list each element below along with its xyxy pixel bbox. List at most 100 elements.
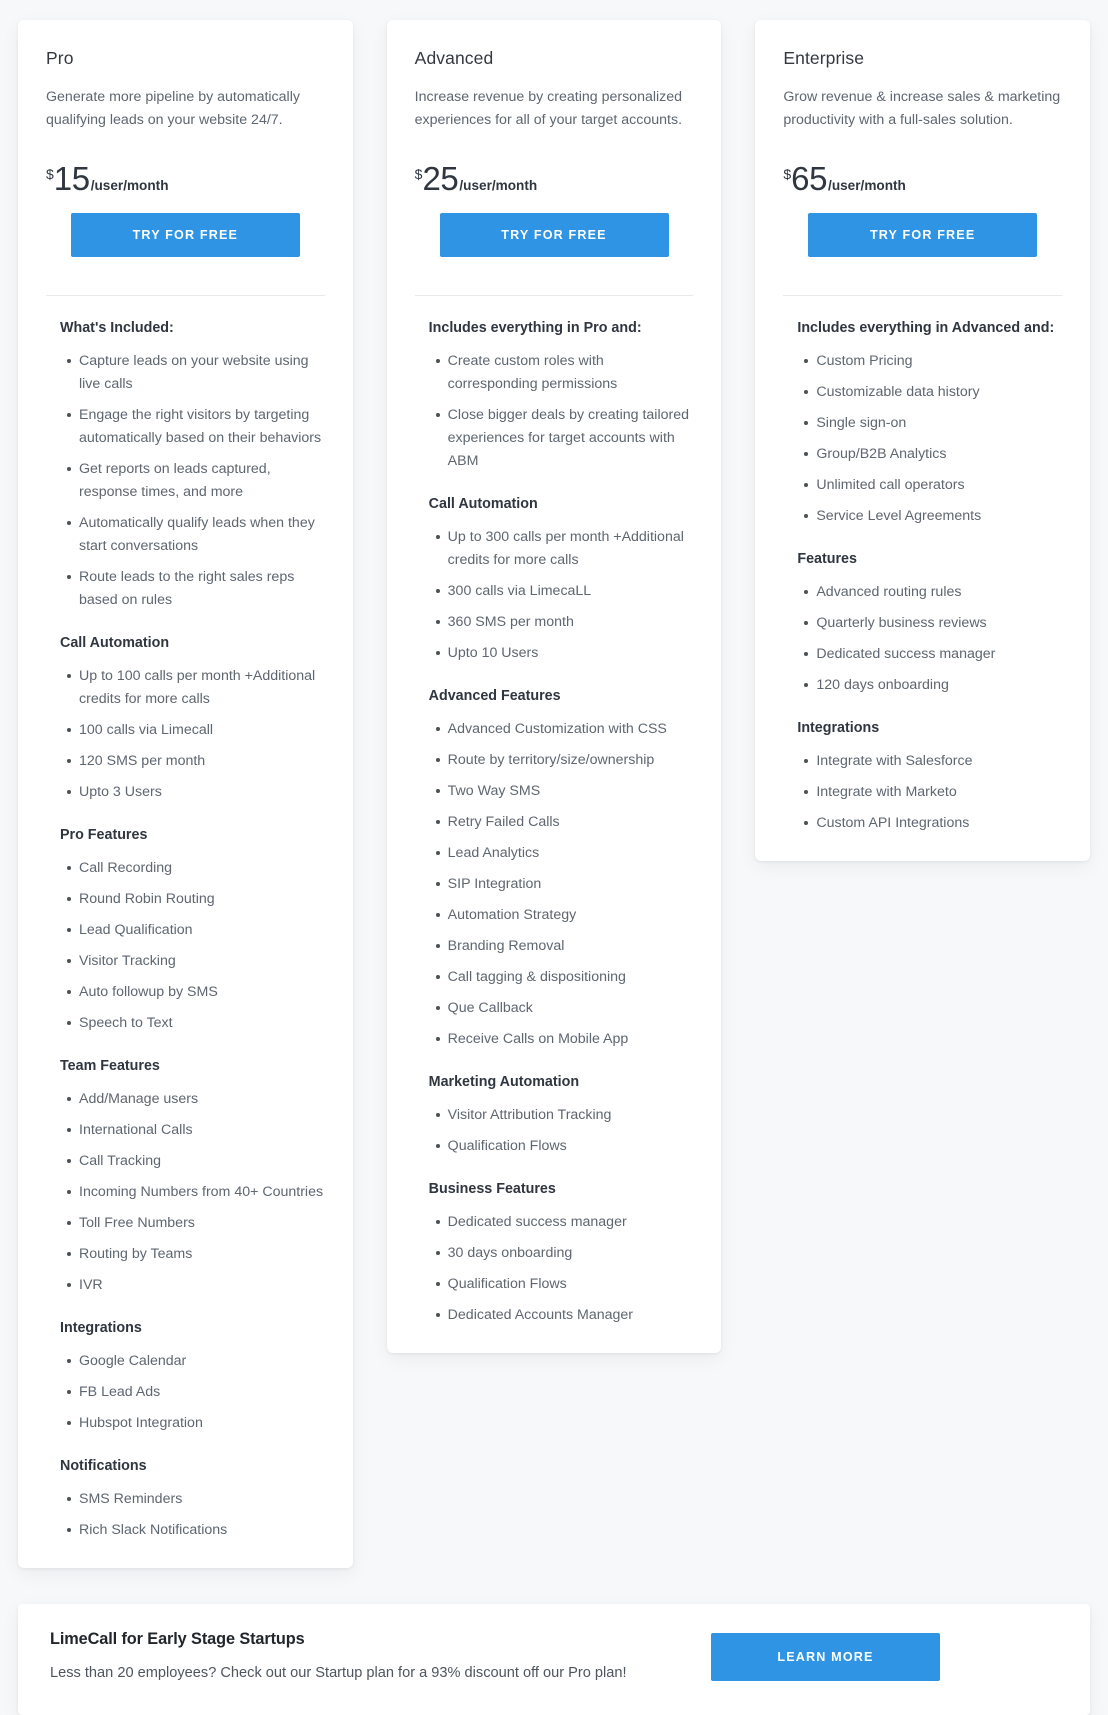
feature-group-heading: Team Features (60, 1057, 160, 1074)
feature-group-heading: What's Included: (60, 319, 174, 336)
feature-list-item: Hubspot Integration (46, 1412, 325, 1435)
feature-list: Add/Manage users International Calls Call … (46, 1088, 325, 1297)
feature-list-item: Integrate with Marketo (783, 781, 1062, 804)
feature-list: Advanced Customization with CSS Route by … (415, 718, 694, 1051)
plan-name: Advanced (414, 48, 494, 68)
startup-banner-subtitle: Less than 20 employees? Check out our St… (50, 1664, 627, 1681)
feature-list-item: 120 days onboarding (783, 674, 1062, 697)
feature-list: Up to 300 calls per month +Additional cr… (415, 526, 694, 665)
try-for-free-button[interactable]: TRY FOR FREE (808, 212, 1038, 257)
feature-list-item: Route leads to the right sales reps base… (46, 566, 325, 612)
pricing-card: Enterprise Grow revenue & increase sales … (755, 20, 1091, 861)
feature-list: Call Recording Round Robin Routing Lead Qu… (46, 857, 325, 1035)
feature-list-item: Single sign-on (783, 412, 1062, 435)
feature-list-item: Speech to Text (46, 1012, 325, 1035)
plan-price: $65/user/month (783, 162, 1062, 195)
feature-list-item: Upto 10 Users (415, 642, 694, 665)
feature-list-item: Customizable data history (783, 381, 1062, 404)
feature-list-item: Qualification Flows (415, 1135, 694, 1158)
feature-list-item: Two Way SMS (415, 780, 694, 803)
feature-list-item: Quarterly business reviews (783, 612, 1062, 635)
feature-list-item: SIP Integration (415, 873, 694, 896)
feature-list-item: Call Recording (46, 857, 325, 880)
feature-list-item: Integrate with Salesforce (783, 750, 1062, 773)
feature-list-item: Custom API Integrations (783, 812, 1062, 835)
feature-group-heading: Marketing Automation (428, 1073, 580, 1090)
feature-list-item: Dedicated success manager (783, 643, 1062, 666)
try-for-free-button[interactable]: TRY FOR FREE (439, 212, 669, 257)
feature-list-item: Dedicated success manager (415, 1211, 694, 1234)
price-currency-symbol: $ (783, 165, 792, 182)
feature-list-item: 360 SMS per month (415, 611, 694, 634)
card-divider (414, 294, 694, 296)
feature-list: Dedicated success manager 30 days onboard… (415, 1211, 694, 1327)
feature-group-heading: Includes everything in Advanced and: (797, 319, 1055, 336)
feature-list-item: Automation Strategy (415, 904, 694, 927)
feature-list-item: Call Tracking (46, 1150, 325, 1173)
feature-list: Visitor Attribution Tracking Qualificatio… (415, 1104, 694, 1158)
feature-list: Up to 100 calls per month +Additional cr… (46, 665, 325, 804)
try-for-free-button[interactable]: TRY FOR FREE (70, 212, 300, 257)
plan-name: Pro (46, 48, 74, 68)
feature-list-item: Add/Manage users (46, 1088, 325, 1111)
feature-list-item: Rich Slack Notifications (46, 1519, 325, 1542)
learn-more-button[interactable]: LEARN MORE (711, 1633, 940, 1682)
feature-list: Capture leads on your website using live… (46, 350, 325, 612)
feature-list-item: Up to 300 calls per month +Additional cr… (415, 526, 694, 572)
feature-list-item: 300 calls via LimecaLL (415, 580, 694, 603)
feature-group: Includes everything in Pro and: Create cu… (415, 318, 694, 473)
feature-list: Integrate with Salesforce Integrate with … (783, 750, 1062, 835)
feature-group: Integrations Google Calendar FB Lead Ads Hu… (46, 1318, 325, 1435)
price-amount: 65 (791, 159, 828, 197)
feature-group-heading: Call Automation (60, 634, 170, 651)
price-currency-symbol: $ (46, 165, 54, 182)
feature-list: Advanced routing rules Quarterly business… (783, 581, 1062, 697)
feature-group: Call Automation Up to 300 calls per month… (415, 494, 694, 665)
feature-list-item: Visitor Attribution Tracking (415, 1104, 694, 1127)
feature-group: Pro Features Call Recording Round Robin Ro… (46, 825, 325, 1035)
feature-group-heading: Business Features (428, 1180, 556, 1197)
feature-list-item: Engage the right visitors by targeting a… (46, 404, 325, 450)
card-divider (46, 294, 325, 296)
feature-list: SMS Reminders Rich Slack Notifications (46, 1488, 325, 1542)
feature-list-item: Lead Qualification (46, 919, 325, 942)
feature-list-item: Create custom roles with corresponding p… (415, 350, 694, 396)
feature-list-item: Service Level Agreements (783, 505, 1062, 528)
feature-list-item: Receive Calls on Mobile App (415, 1028, 694, 1051)
feature-list-item: Dedicated Accounts Manager (415, 1304, 694, 1327)
plan-description: Grow revenue & increase sales & marketin… (783, 88, 1061, 128)
pricing-page: Pro Generate more pipeline by automatical… (0, 0, 1108, 1715)
plan-price: $25/user/month (415, 162, 694, 195)
card-divider (783, 294, 1063, 296)
feature-group-heading: Includes everything in Pro and: (428, 319, 642, 336)
price-period: /user/month (828, 177, 906, 193)
feature-group: What's Included: Capture leads on your we… (46, 318, 325, 612)
feature-group-heading: Integrations (797, 719, 880, 736)
feature-group-heading: Notifications (60, 1457, 147, 1474)
feature-list-item: 120 SMS per month (46, 750, 325, 773)
feature-group: Integrations Integrate with Salesforce Int… (783, 718, 1062, 835)
pricing-card: Pro Generate more pipeline by automatical… (18, 20, 353, 1568)
feature-list-item: FB Lead Ads (46, 1381, 325, 1404)
feature-group: Business Features Dedicated success manag… (415, 1179, 694, 1327)
price-currency-symbol: $ (414, 165, 423, 182)
feature-group: Advanced Features Advanced Customization … (415, 686, 694, 1051)
price-amount: 15 (53, 159, 90, 197)
feature-list-item: Auto followup by SMS (46, 981, 325, 1004)
feature-group: Includes everything in Advanced and: Cust… (783, 318, 1062, 528)
feature-list-item: Capture leads on your website using live… (46, 350, 325, 396)
feature-list-item: Advanced routing rules (783, 581, 1062, 604)
plan-description: Increase revenue by creating personalize… (414, 88, 683, 128)
feature-group-heading: Features (797, 550, 857, 567)
pricing-card-list: Pro Generate more pipeline by automatical… (0, 0, 1108, 1568)
feature-list-item: Retry Failed Calls (415, 811, 694, 834)
price-amount: 25 (422, 159, 459, 197)
feature-group: Marketing Automation Visitor Attribution … (415, 1072, 694, 1158)
plan-description: Generate more pipeline by automatically … (46, 88, 300, 128)
feature-list-item: Que Callback (415, 997, 694, 1020)
feature-group: Features Advanced routing rules Quarterly … (783, 549, 1062, 697)
feature-group-heading: Pro Features (60, 826, 148, 843)
feature-list-item: 30 days onboarding (415, 1242, 694, 1265)
feature-list-item: Advanced Customization with CSS (415, 718, 694, 741)
feature-list-item: Qualification Flows (415, 1273, 694, 1296)
